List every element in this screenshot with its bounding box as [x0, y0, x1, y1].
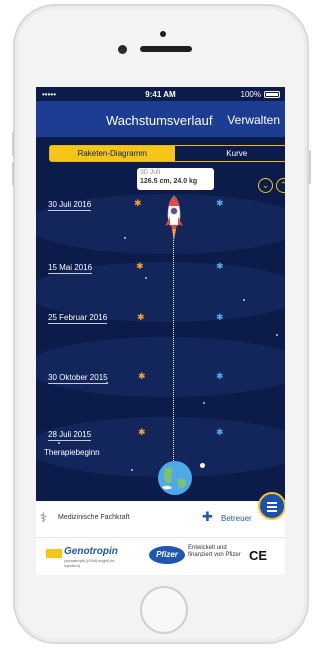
caregiver-label[interactable]: Betreuer	[221, 514, 252, 523]
ce-mark: CE	[249, 548, 268, 563]
stethoscope-icon: ⚕	[40, 510, 48, 525]
nav-bar: Wachstumsverlauf Verwalten	[36, 101, 285, 137]
timeline-date[interactable]: 30 Juli 2016	[48, 200, 92, 211]
power-button[interactable]	[309, 150, 311, 184]
volume-button[interactable]	[12, 162, 14, 186]
earth-icon	[158, 461, 192, 495]
timeline-date[interactable]: 28 Juli 2015	[48, 430, 92, 441]
timeline-date[interactable]: 30 Oktober 2015	[48, 373, 108, 384]
background-star	[276, 334, 278, 336]
earpiece-speaker	[140, 46, 192, 52]
background-star	[58, 442, 60, 444]
background-star	[243, 299, 245, 301]
clinician-label[interactable]: Medizinische Fachkraft	[58, 514, 130, 521]
battery-percent: 100%	[240, 90, 261, 99]
pfizer-logo: Pfizer	[149, 546, 185, 564]
clinician-marker-star[interactable]: ✱	[216, 372, 224, 381]
page-title: Wachstumsverlauf	[106, 113, 213, 128]
background-star	[124, 237, 126, 239]
background-wave	[36, 337, 285, 397]
tab-rocket-diagram[interactable]: Raketen-Diagramm	[50, 146, 175, 161]
tab-curve[interactable]: Kurve	[175, 146, 286, 161]
genotropin-logo: Genotropin (somatropin [rDNA origin] for…	[46, 546, 126, 568]
rocket-trajectory	[173, 233, 174, 463]
clinician-marker-star[interactable]: ✱	[216, 262, 224, 271]
clinician-marker-star[interactable]: ✱	[216, 199, 224, 208]
scroll-up-button[interactable]: ⌃	[276, 178, 285, 193]
clinician-marker-star[interactable]: ✱	[216, 313, 224, 322]
status-bar: ••••• 9:41 AM 100%	[36, 87, 285, 101]
battery-icon	[264, 91, 280, 98]
sensor-dot	[118, 45, 127, 54]
tooltip-value: 126.5 cm, 24.0 kg	[140, 178, 198, 185]
developed-by-text: Entwickelt und finanziert von Pfizer	[188, 545, 241, 558]
caregiver-icon: ✚	[202, 509, 213, 524]
front-camera	[160, 31, 166, 37]
measurement-tooltip: 30 Juli 126.5 cm, 24.0 kg	[137, 168, 214, 190]
scroll-down-button[interactable]: ⌄	[258, 178, 273, 193]
volume-button[interactable]	[12, 132, 14, 156]
clinician-marker-star[interactable]: ✱	[216, 428, 224, 437]
timeline-date[interactable]: 25 Februar 2016	[48, 313, 108, 324]
background-star	[145, 277, 147, 279]
caregiver-marker-star[interactable]: ✱	[134, 199, 142, 208]
home-button[interactable]	[140, 586, 188, 634]
caregiver-marker-star[interactable]: ✱	[138, 428, 146, 437]
background-star	[131, 469, 133, 471]
caregiver-marker-star[interactable]: ✱	[138, 372, 146, 381]
caregiver-marker-star[interactable]: ✱	[137, 313, 145, 322]
genotropin-wordmark: Genotropin	[64, 546, 118, 557]
role-bar: ⚕ Medizinische Fachkraft ✚ Betreuer	[36, 501, 285, 537]
caregiver-marker-star[interactable]: ✱	[136, 262, 144, 271]
app-screen: ••••• 9:41 AM 100% Wachstumsverlauf Verw…	[36, 87, 285, 575]
background-star	[203, 402, 205, 404]
manage-button[interactable]: Verwalten	[227, 113, 280, 127]
moon-icon	[200, 463, 205, 468]
timeline-date[interactable]: 15 Mai 2016	[48, 263, 93, 274]
rocket-icon[interactable]	[163, 195, 185, 241]
therapy-start-label: Therapiebeginn	[44, 448, 100, 457]
tooltip-date: 30 Juli	[140, 169, 161, 176]
genotropin-subtitle: (somatropin [rDNA origin] for injection)	[64, 558, 115, 568]
brand-footer: Genotropin (somatropin [rDNA origin] for…	[36, 537, 285, 575]
view-switcher: Raketen-Diagramm Kurve	[49, 145, 285, 162]
menu-button[interactable]	[258, 492, 285, 520]
genotropin-box-icon	[46, 549, 62, 558]
